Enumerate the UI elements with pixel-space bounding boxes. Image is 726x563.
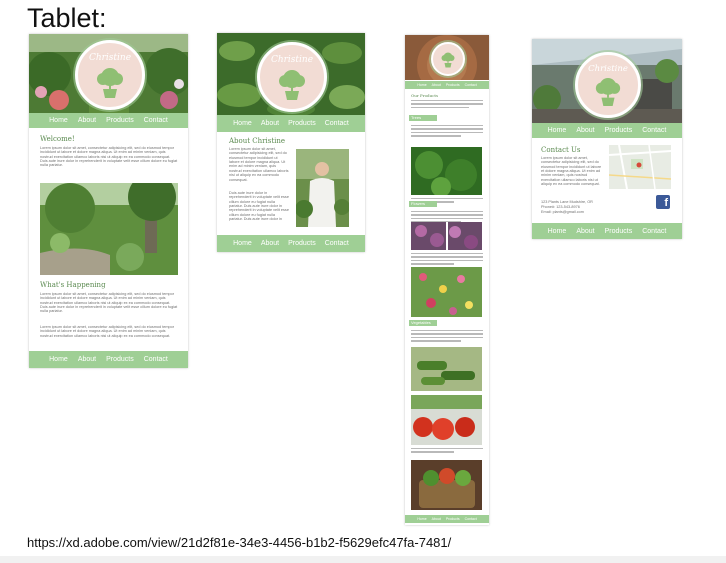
vegetables-text: [411, 330, 483, 344]
potted-tree-icon: [279, 70, 305, 100]
nav-home[interactable]: Home: [233, 120, 252, 127]
section-label-flowers: Flowers: [409, 201, 437, 207]
bottom-strip: [0, 556, 726, 563]
about-text: Lorem ipsum dolor sit amet, consectetur …: [229, 147, 289, 182]
welcome-text: Lorem ipsum dolor sit amet, consectetur …: [40, 146, 178, 168]
nav-contact[interactable]: Contact: [325, 120, 349, 127]
logo-text: Christine: [88, 53, 132, 63]
products-intro-text: [411, 100, 483, 110]
location-map[interactable]: [609, 145, 671, 189]
wildflowers-image: [411, 267, 482, 317]
footer-nav: Home About Products Contact: [217, 235, 365, 252]
products-mockup: Home About Products Contact Our Products…: [405, 35, 489, 525]
top-nav: Home About Products Contact: [532, 123, 682, 138]
flowers-text-2: [411, 253, 483, 267]
nav-contact[interactable]: Contact: [144, 117, 168, 124]
potted-tree-icon: [595, 78, 621, 106]
top-nav: Home About Products Contact: [405, 81, 489, 89]
footer-nav-about[interactable]: About: [78, 356, 96, 363]
vegetables-text-2: [411, 448, 483, 455]
trees-text: [411, 125, 483, 139]
page-title: Tablet:: [27, 3, 107, 33]
top-nav: Home About Products Contact: [217, 115, 365, 132]
footer-nav-about[interactable]: About: [432, 517, 441, 521]
contact-text: Lorem ipsum dolor sit amet, consectetur …: [541, 156, 602, 187]
contact-heading: Contact Us: [541, 146, 581, 154]
happening-text-2: Lorem ipsum dolor sit amet, consectetur …: [40, 325, 175, 338]
footer-nav-products[interactable]: Products: [288, 240, 316, 247]
garden-path-image: [40, 183, 178, 275]
nav-about[interactable]: About: [576, 127, 594, 134]
logo-text: Christine: [270, 55, 314, 65]
logo-text: Christine: [588, 64, 628, 74]
products-heading: Our Products: [411, 93, 439, 98]
purple-flowers-image: [411, 222, 482, 250]
nav-about[interactable]: About: [261, 120, 279, 127]
footer-nav-home[interactable]: Home: [548, 228, 567, 235]
nav-products[interactable]: Products: [106, 117, 134, 124]
happening-heading: What's Happening: [40, 281, 106, 289]
nav-contact[interactable]: Contact: [642, 127, 666, 134]
christine-portrait-image: [296, 149, 349, 227]
nav-home[interactable]: Home: [49, 117, 68, 124]
footer-nav-contact[interactable]: Contact: [325, 240, 349, 247]
footer-nav-home[interactable]: Home: [233, 240, 252, 247]
footer-nav-products[interactable]: Products: [106, 356, 134, 363]
about-mockup: Christine Home About Products Contact Ab…: [217, 33, 365, 252]
nav-contact[interactable]: Contact: [465, 83, 477, 87]
nav-home[interactable]: Home: [548, 127, 567, 134]
logo-badge[interactable]: Christine: [575, 52, 641, 118]
section-label-trees: Trees: [409, 115, 437, 121]
logo-badge[interactable]: Christine: [257, 42, 327, 112]
footer-nav: Home About Products Contact: [405, 515, 489, 523]
about-heading: About Christine: [229, 137, 286, 145]
potted-tree-icon: [441, 52, 455, 68]
footer-nav-home[interactable]: Home: [49, 356, 68, 363]
nav-products[interactable]: Products: [288, 120, 316, 127]
contact-mockup: Christine Home About Products Contact Co…: [532, 39, 682, 239]
home-mockup: Christine Home About Products Contact We…: [29, 34, 188, 368]
nav-home[interactable]: Home: [417, 83, 426, 87]
evergreen-image: [411, 147, 482, 195]
nav-about[interactable]: About: [78, 117, 96, 124]
logo-badge[interactable]: Christine: [75, 40, 145, 110]
potted-tree-icon: [97, 68, 123, 98]
footer-nav-home[interactable]: Home: [417, 517, 426, 521]
welcome-heading: Welcome!: [40, 135, 75, 143]
logo-badge[interactable]: [431, 42, 465, 76]
nav-products[interactable]: Products: [446, 83, 460, 87]
footer-nav-about[interactable]: About: [576, 228, 594, 235]
contact-email[interactable]: Email: plants@gmail.com: [541, 210, 611, 215]
footer-nav-products[interactable]: Products: [446, 517, 460, 521]
top-nav: Home About Products Contact: [29, 113, 188, 128]
footer-nav: Home About Products Contact: [532, 223, 682, 239]
about-text-2: Duis aute irure dolor in reprehenderit i…: [229, 191, 289, 222]
footer-nav: Home About Products Contact: [29, 351, 188, 368]
prototype-url[interactable]: https://xd.adobe.com/view/21d2f81e-34e3-…: [27, 535, 451, 550]
cucumbers-image: [411, 347, 482, 391]
nav-about[interactable]: About: [432, 83, 441, 87]
footer-nav-products[interactable]: Products: [605, 228, 633, 235]
nav-products[interactable]: Products: [605, 127, 633, 134]
happening-text: Lorem ipsum dolor sit amet, consectetur …: [40, 292, 178, 314]
footer-nav-about[interactable]: About: [261, 240, 279, 247]
footer-nav-contact[interactable]: Contact: [465, 517, 477, 521]
section-label-vegetables: Vegetables: [409, 320, 437, 326]
vegetable-basket-image: [411, 460, 482, 510]
tomatoes-image: [411, 395, 482, 445]
footer-nav-contact[interactable]: Contact: [642, 228, 666, 235]
facebook-icon[interactable]: f: [656, 195, 670, 209]
footer-nav-contact[interactable]: Contact: [144, 356, 168, 363]
